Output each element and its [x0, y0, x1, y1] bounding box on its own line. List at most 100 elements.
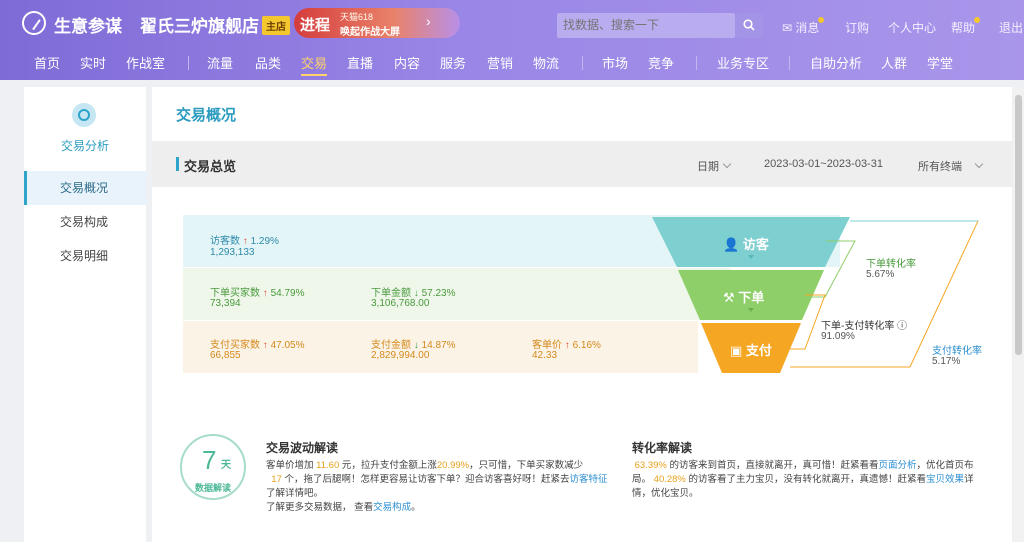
menu-divider — [188, 56, 189, 70]
funnel-order-label: ⚒ 下单 — [723, 290, 765, 305]
funnel-pay-label: ▣ 支付 — [730, 343, 772, 358]
sidebar-item-detail[interactable]: 交易明细 — [24, 239, 146, 273]
fluctuation-title: 交易波动解读 — [266, 441, 339, 455]
sidebar-item-overview[interactable]: 交易概况 — [24, 171, 146, 205]
pay-rate-value: 5.17% — [932, 356, 961, 367]
menu-service[interactable]: 服务 — [440, 53, 466, 72]
arrow-up-icon: ↑ — [564, 340, 570, 351]
main-panel: 交易概况 交易总览 日期 2023-03-01~2023-03-31 所有终端 … — [152, 87, 1012, 542]
top-header: 生意参谋 翟氏三炉旗舰店 主店 进程 天猫618 唤起作战大屏 › ✉ 消息 订… — [0, 0, 1024, 103]
order-pay-rate-title: 下单-支付转化率 ⓘ — [821, 321, 908, 332]
trade-composition-link[interactable]: 交易构成 — [373, 502, 411, 513]
metric-visitors-value: 1,293,133 — [210, 247, 255, 258]
promo-line2[interactable]: 唤起作战大屏 — [340, 23, 400, 38]
metric-order-amount[interactable]: 下单金额 ↓ 57.23% — [371, 284, 455, 299]
metric-pay-amount-value: 2,829,994.00 — [371, 350, 430, 361]
metric-order-buyers[interactable]: 下单买家数 ↑ 54.79% — [210, 284, 304, 299]
metric-visitors[interactable]: 访客数 ↑ 1.29% — [210, 232, 279, 247]
chevron-down-icon — [974, 159, 984, 169]
logo-row: 生意参谋 翟氏三炉旗舰店 主店 进程 天猫618 唤起作战大屏 › ✉ 消息 订… — [0, 0, 1024, 46]
help-dot — [974, 17, 980, 23]
menu-logistics[interactable]: 物流 — [533, 53, 559, 72]
shop-badge: 主店 — [262, 16, 290, 35]
search-button[interactable] — [735, 13, 763, 38]
menu-divider — [789, 56, 790, 70]
metric-unit-price-value: 42.33 — [532, 350, 558, 361]
metric-pay-buyers-value: 66,855 — [210, 350, 241, 361]
sidebar-title: 交易分析 — [60, 139, 109, 153]
metric-order-amount-value: 3,106,768.00 — [371, 298, 430, 309]
order-rate-title: 下单转化率 — [866, 259, 916, 270]
metric-order-buyers-value: 73,394 — [210, 298, 241, 309]
terminal-selector[interactable]: 所有终端 — [918, 158, 984, 174]
conversion-title: 转化率解读 — [632, 441, 693, 455]
seven-day-badge: 7 天 数据解读 — [180, 434, 246, 500]
section-title: 交易总览 — [184, 159, 237, 174]
menu-divider — [696, 56, 697, 70]
page-title: 交易概况 — [176, 107, 237, 124]
logo-icon[interactable] — [22, 11, 46, 35]
visitor-feature-link[interactable]: 访客特征 — [570, 474, 608, 485]
arrow-up-icon: ↑ — [262, 340, 268, 351]
menu-self-analysis[interactable]: 自助分析 — [810, 53, 862, 72]
metric-pay-buyers[interactable]: 支付买家数 ↑ 47.05% — [210, 336, 304, 351]
menu-trade[interactable]: 交易 — [301, 53, 328, 76]
brand-name[interactable]: 生意参谋 — [54, 12, 122, 37]
conversion-text: 63.39% 的访客来到首页，直接就离开，真可惜！赶紧看看页面分析，优化首页布 … — [632, 460, 974, 499]
sidebar: 交易分析 交易概况 交易构成 交易明细 — [24, 87, 146, 542]
wallet-icon: ▣ — [730, 343, 743, 358]
message-dot — [818, 17, 824, 23]
menu-marketing[interactable]: 营销 — [487, 53, 513, 72]
section-accent-bar — [176, 157, 179, 171]
promo-line1[interactable]: 天猫618 — [340, 10, 373, 23]
arrow-up-icon: ↑ — [242, 236, 248, 247]
search-box[interactable] — [557, 13, 735, 38]
order-pay-rate-value: 91.09% — [821, 331, 855, 342]
chevron-down-icon — [722, 159, 732, 169]
scrollbar-thumb[interactable] — [1015, 95, 1022, 355]
date-range[interactable]: 2023-03-01~2023-03-31 — [764, 158, 883, 170]
arrow-up-icon: ↑ — [262, 288, 268, 299]
personal-center-link[interactable]: 个人中心 — [888, 19, 936, 36]
trade-analysis-icon — [72, 103, 96, 127]
funnel-visitor-label: 👤 访客 — [723, 237, 769, 252]
menu-business-zone[interactable]: 业务专区 — [717, 53, 769, 72]
sidebar-item-composition[interactable]: 交易构成 — [24, 205, 146, 239]
fluctuation-text: 客单价增加 11.60 元，拉升支付金额上涨20.99%，只可惜，下单买家数减少… — [266, 460, 608, 513]
mail-icon: ✉ — [782, 21, 793, 35]
message-link[interactable]: ✉ 消息 — [782, 19, 819, 36]
item-effect-link[interactable]: 宝贝效果 — [926, 474, 964, 485]
menu-divider — [582, 56, 583, 70]
search-input[interactable] — [563, 18, 723, 32]
menu-crowd[interactable]: 人群 — [881, 53, 907, 72]
menu-home[interactable]: 首页 — [34, 53, 60, 72]
metric-pay-amount[interactable]: 支付金额 ↓ 14.87% — [371, 336, 455, 351]
page-scrollbar[interactable] — [1013, 87, 1024, 542]
promo-arrow-icon[interactable]: › — [426, 13, 431, 29]
order-link[interactable]: 订购 — [845, 19, 869, 36]
menu-market[interactable]: 市场 — [602, 53, 628, 72]
date-selector[interactable]: 日期 — [697, 158, 732, 174]
menu-category[interactable]: 品类 — [255, 53, 281, 72]
page-analysis-link[interactable]: 页面分析 — [879, 460, 917, 471]
logout-link[interactable]: 退出 — [999, 19, 1023, 36]
user-icon: 👤 — [723, 237, 740, 252]
menu-academy[interactable]: 学堂 — [927, 53, 953, 72]
promo-title[interactable]: 进程 — [300, 14, 330, 35]
search-icon — [743, 19, 755, 31]
metric-unit-price[interactable]: 客单价 ↑ 6.16% — [532, 336, 601, 351]
menu-competition[interactable]: 竞争 — [648, 53, 674, 72]
hammer-icon: ⚒ — [723, 290, 735, 305]
section-header: 交易总览 日期 2023-03-01~2023-03-31 所有终端 — [152, 141, 1012, 187]
help-link[interactable]: 帮助 — [951, 19, 975, 36]
menu-live[interactable]: 直播 — [347, 53, 373, 72]
menu-traffic[interactable]: 流量 — [207, 53, 233, 72]
main-menu: 首页 实时 作战室 流量 品类 交易 直播 内容 服务 营销 物流 市场 竞争 … — [0, 46, 1024, 103]
shop-name: 翟氏三炉旗舰店 — [140, 17, 259, 36]
menu-war-room[interactable]: 作战室 — [126, 53, 165, 72]
help-icon[interactable]: ⓘ — [897, 321, 907, 332]
menu-realtime[interactable]: 实时 — [80, 53, 106, 72]
pay-rate-title: 支付转化率 — [932, 346, 982, 357]
menu-content[interactable]: 内容 — [394, 53, 420, 72]
order-rate-value: 5.67% — [866, 269, 895, 280]
